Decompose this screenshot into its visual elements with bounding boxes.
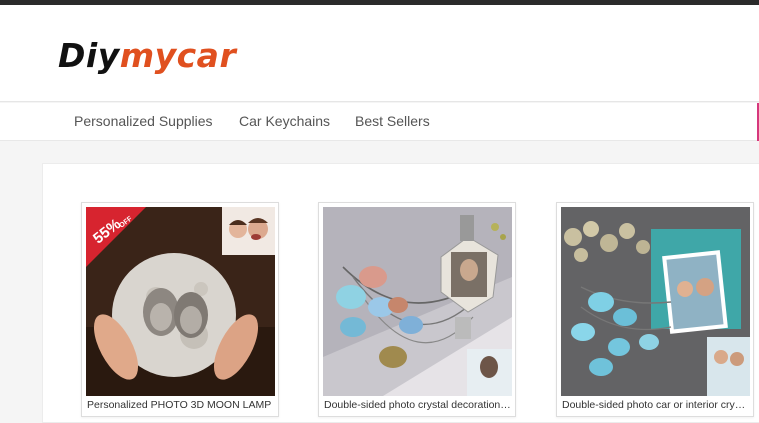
site-header: Diymycar bbox=[0, 5, 759, 102]
product-card-moon-lamp[interactable]: 55% OFF Personalized PHOTO 3D MOON LAMP bbox=[81, 202, 279, 417]
nav-item-personalized-supplies[interactable]: Personalized Supplies bbox=[74, 113, 213, 129]
product-title[interactable]: Double-sided photo crystal decoration ne… bbox=[324, 399, 512, 411]
nav-item-best-sellers[interactable]: Best Sellers bbox=[355, 113, 430, 129]
product-title[interactable]: Double-sided photo car or interior cryst… bbox=[562, 399, 750, 411]
logo-text-mycar: mycar bbox=[119, 36, 237, 75]
product-image-moon-lamp[interactable]: 55% OFF bbox=[86, 207, 275, 396]
product-image-car-hanging[interactable] bbox=[561, 207, 750, 396]
site-logo[interactable]: Diymycar bbox=[58, 39, 236, 72]
logo-text-diy: Diy bbox=[58, 36, 120, 75]
product-title[interactable]: Personalized PHOTO 3D MOON LAMP bbox=[87, 399, 275, 411]
product-card-car-hanging[interactable]: Double-sided photo car or interior cryst… bbox=[556, 202, 754, 417]
nav-item-car-keychains[interactable]: Car Keychains bbox=[239, 113, 330, 129]
product-card-crystal-necklace[interactable]: Double-sided photo crystal decoration ne… bbox=[318, 202, 516, 417]
main-nav: Personalized Supplies Car Keychains Best… bbox=[0, 103, 759, 141]
product-image-crystal-necklace[interactable] bbox=[323, 207, 512, 396]
discount-badge: 55% OFF bbox=[86, 207, 146, 267]
